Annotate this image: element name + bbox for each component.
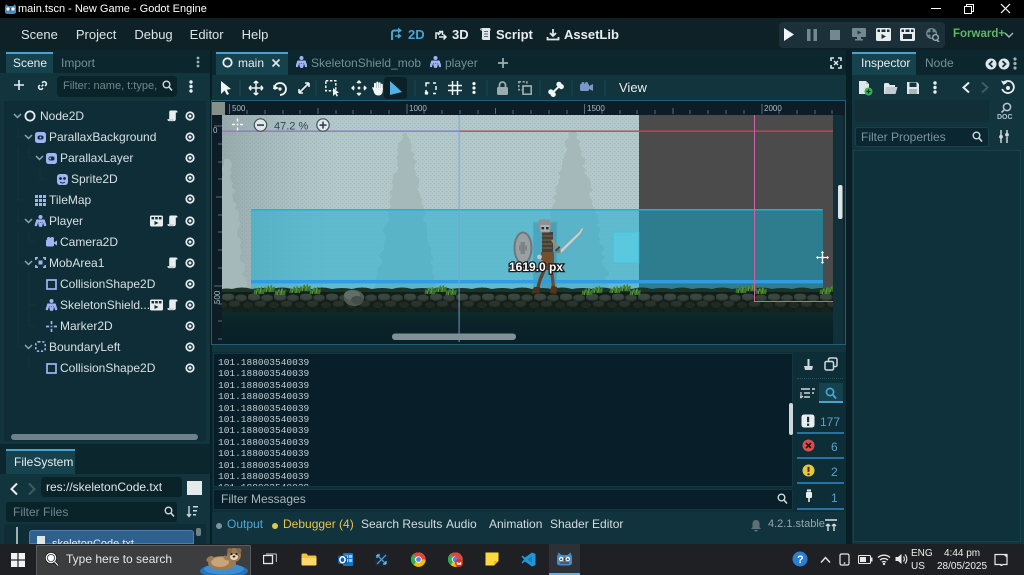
svg-text:1000: 1000 [409,104,427,113]
svg-text:?: ? [797,554,804,566]
svg-text:2000: 2000 [764,104,782,113]
svg-text:1500: 1500 [587,104,605,113]
svg-text:47.2 %: 47.2 % [274,121,308,133]
svg-text:0: 0 [213,126,218,135]
svg-text:500: 500 [232,104,246,113]
svg-text:500: 500 [213,290,222,304]
svg-text:View: View [619,80,648,95]
svg-text:DOC: DOC [997,114,1013,121]
svg-text:1619.0 px: 1619.0 px [509,260,563,274]
